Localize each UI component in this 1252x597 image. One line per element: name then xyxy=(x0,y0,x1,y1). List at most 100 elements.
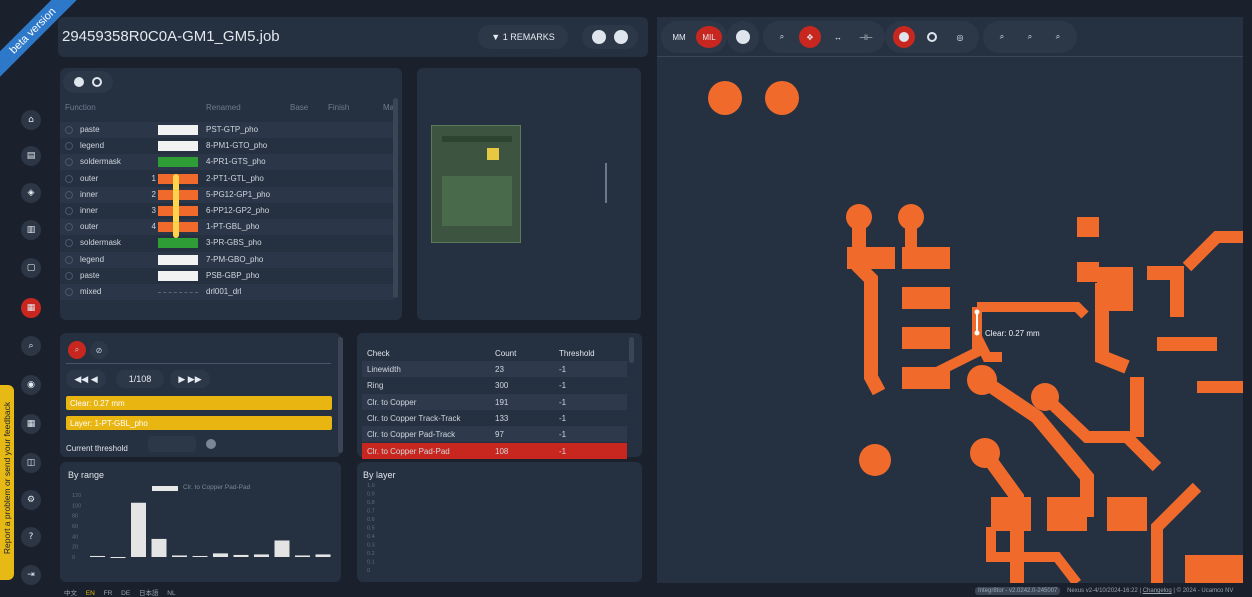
mm-button[interactable]: MM xyxy=(666,26,692,48)
table-row[interactable]: Linewidth 23 -1 xyxy=(362,361,627,377)
layer-row[interactable]: paste PST-GTP_pho xyxy=(60,122,394,138)
layer-color-swatch[interactable] xyxy=(158,125,198,135)
layer-row[interactable]: inner 3 6-PP12-GP2_pho xyxy=(60,203,394,219)
zoom-icon[interactable]: ⌕ xyxy=(21,336,41,356)
y-tick-label: 0.8 xyxy=(367,500,375,506)
lang-nl[interactable]: NL xyxy=(167,590,175,597)
jobs-icon[interactable]: ▤ xyxy=(21,146,41,166)
selection-marker xyxy=(487,148,499,160)
changelog-link[interactable]: Changelog xyxy=(1143,588,1172,594)
layer-row[interactable]: soldermask 3-PR-GBS_pho xyxy=(60,235,394,251)
layer-row[interactable]: inner 2 5-PG12-GP1_pho xyxy=(60,186,394,203)
layer-checkbox[interactable] xyxy=(65,174,73,183)
table-row[interactable]: Ring 300 -1 xyxy=(362,377,627,394)
layer-checkbox[interactable] xyxy=(65,142,73,151)
eye-off-icon[interactable] xyxy=(92,77,102,87)
layer-checkbox[interactable] xyxy=(65,158,73,167)
prev-nav[interactable]: ◀◀ ◀ xyxy=(66,370,106,388)
col-function: Function xyxy=(65,103,96,112)
visibility-toggle xyxy=(63,71,113,93)
fill-mode-icon[interactable] xyxy=(893,26,915,48)
logout-icon[interactable]: ⇥ xyxy=(21,565,41,585)
measure-label: Clear: 0.27 mm xyxy=(985,329,1040,338)
outline-mode-icon[interactable] xyxy=(921,26,943,48)
layer-color-swatch[interactable] xyxy=(158,141,198,152)
mil-button[interactable]: MIL xyxy=(696,26,722,48)
layers-icon[interactable]: ◈ xyxy=(21,183,41,203)
layer-checkbox[interactable] xyxy=(65,271,73,280)
feedback-tab[interactable]: Report a problem or send your feedback xyxy=(0,385,14,580)
lang-fr[interactable]: FR xyxy=(104,590,113,597)
layer-color-swatch[interactable] xyxy=(158,287,198,293)
board-icon[interactable]: ▢ xyxy=(21,258,41,278)
layer-value: Layer: 1-PT-GBL_pho xyxy=(66,416,332,430)
layer-row[interactable]: paste PSB-GBP_pho xyxy=(60,268,394,284)
settings-icon[interactable]: ⚙ xyxy=(21,490,41,510)
measure-tool-icon[interactable]: ↔ xyxy=(827,26,849,48)
layer-checkbox[interactable] xyxy=(65,255,73,264)
center-mode-icon[interactable]: ◎ xyxy=(949,26,971,48)
layer-color-swatch[interactable] xyxy=(158,254,198,265)
layer-row[interactable]: outer 1 2-PT1-GTL_pho xyxy=(60,171,394,187)
layer-row[interactable]: legend 7-PM-GBO_pho xyxy=(60,251,394,268)
table-row[interactable]: Clr. to Copper Track-Track 133 -1 xyxy=(362,409,627,426)
search-icon[interactable]: ⌕ xyxy=(68,341,86,359)
check-name: Ring xyxy=(367,381,384,391)
layer-row[interactable]: soldermask 4-PR1-GTS_pho xyxy=(60,154,394,171)
pcb-viewer[interactable]: MM MIL ⌕ ✥ ↔ ⊣⊢ ◎ ⌕ ⌕ ⌕ Clear: 0.27 mm xyxy=(657,17,1243,583)
layer-color-swatch[interactable] xyxy=(158,238,198,249)
zoom-fit-icon[interactable]: ⌕ xyxy=(1047,26,1069,48)
layer-renamed: PST-GTP_pho xyxy=(206,125,259,134)
histogram-bar xyxy=(233,554,249,557)
table-icon[interactable]: ▦ xyxy=(21,414,41,434)
lang-en[interactable]: EN xyxy=(86,590,95,597)
lang-de[interactable]: DE xyxy=(121,590,130,597)
action-icon[interactable] xyxy=(592,30,606,44)
zoom-tool-icon[interactable]: ⌕ xyxy=(771,26,793,48)
page-indicator[interactable]: 1/108 xyxy=(116,370,164,388)
help-icon[interactable]: ? xyxy=(21,527,41,547)
close-icon[interactable] xyxy=(614,30,628,44)
remarks-button[interactable]: ▼ 1 REMARKS xyxy=(478,25,568,49)
next-nav[interactable]: ▶ ▶▶ xyxy=(170,370,210,388)
apply-icon[interactable] xyxy=(206,439,216,449)
scrollbar[interactable] xyxy=(629,337,634,363)
layer-checkbox[interactable] xyxy=(65,190,73,199)
layer-checkbox[interactable] xyxy=(65,239,73,248)
pan-tool-icon[interactable]: ✥ xyxy=(799,26,821,48)
layer-checkbox[interactable] xyxy=(65,207,73,215)
y-tick-label: 120 xyxy=(72,493,81,499)
layer-row[interactable]: mixed drl001_drl xyxy=(60,284,394,300)
nexus-version: Nexus v2-4/10/2024-16:22 xyxy=(1067,588,1138,594)
y-tick-label: 0.9 xyxy=(367,492,375,498)
package-icon[interactable]: ◉ xyxy=(21,375,41,395)
threshold-input[interactable] xyxy=(148,436,196,452)
layer-checkbox[interactable] xyxy=(65,288,73,296)
layer-checkbox[interactable] xyxy=(65,223,73,232)
zoom-out-icon[interactable]: ⌕ xyxy=(1019,26,1041,48)
analysis-icon[interactable]: ▦ xyxy=(21,298,41,318)
lang-zh[interactable]: 中文 xyxy=(64,590,77,597)
layer-color-swatch[interactable] xyxy=(158,270,198,281)
scrollbar[interactable] xyxy=(393,98,398,298)
board-preview[interactable] xyxy=(417,68,641,320)
layer-index: 3 xyxy=(151,206,156,215)
table-row[interactable]: Clr. to Copper Pad-Pad 108 -1 xyxy=(362,442,627,459)
info-button[interactable] xyxy=(727,21,759,53)
lang-ja[interactable]: 日本語 xyxy=(139,590,159,597)
home-icon[interactable]: ⌂ xyxy=(21,110,41,130)
layer-renamed: 2-PT1-GTL_pho xyxy=(206,173,264,183)
scrollbar[interactable] xyxy=(338,337,343,453)
panel-icon[interactable]: ◫ xyxy=(21,453,41,473)
zoom-in-icon[interactable]: ⌕ xyxy=(991,26,1013,48)
eye-icon[interactable] xyxy=(74,77,84,87)
table-row[interactable]: Clr. to Copper Pad-Track 97 -1 xyxy=(362,426,627,443)
layer-row[interactable]: legend 8-PM1-GTO_pho xyxy=(60,138,394,154)
layer-checkbox[interactable] xyxy=(65,126,73,134)
distance-tool-icon[interactable]: ⊣⊢ xyxy=(855,26,877,48)
layer-color-swatch[interactable] xyxy=(158,157,198,168)
layer-row[interactable]: outer 4 1-PT-GBL_pho xyxy=(60,219,394,236)
table-row[interactable]: Clr. to Copper 191 -1 xyxy=(362,393,627,410)
hide-icon[interactable]: ⊘ xyxy=(90,341,108,359)
stackup-icon[interactable]: ▥ xyxy=(21,220,41,240)
